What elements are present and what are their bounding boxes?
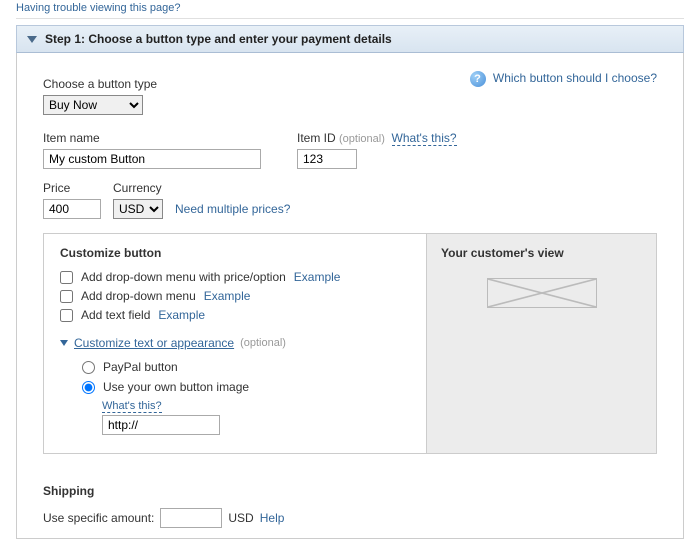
trouble-link-text[interactable]: Having trouble viewing this page? <box>16 2 181 14</box>
price-row: Price Currency USD Need multiple prices? <box>43 181 657 219</box>
trouble-viewing-link[interactable]: Having trouble viewing this page? <box>0 2 181 16</box>
opt-textfield-checkbox[interactable] <box>60 309 73 322</box>
customize-appearance-link: Customize text or appearance <box>74 336 234 350</box>
image-url-input[interactable] <box>102 415 220 435</box>
price-label: Price <box>43 181 101 195</box>
opt-dropdown-price-checkbox[interactable] <box>60 271 73 284</box>
item-name-group: Item name <box>43 131 261 169</box>
which-button-link[interactable]: Which button should I choose? <box>493 71 657 85</box>
opt-dropdown-checkbox[interactable] <box>60 290 73 303</box>
opt-textfield-example[interactable]: Example <box>158 308 205 322</box>
multi-price-wrap: Need multiple prices? <box>175 202 290 219</box>
radio-paypal-label: PayPal button <box>103 360 178 374</box>
step-title: Step 1: Choose a button type and enter y… <box>45 32 392 46</box>
opt-dropdown-price-label: Add drop-down menu with price/option <box>81 270 286 284</box>
radio-own-image[interactable] <box>82 381 95 394</box>
customize-panel: Customize button Add drop-down menu with… <box>43 233 657 454</box>
customer-view-panel: Your customer's view <box>426 234 656 453</box>
opt-dropdown-label: Add drop-down menu <box>81 289 196 303</box>
which-button-help: ? Which button should I choose? <box>470 71 657 87</box>
item-name-label: Item name <box>43 131 261 145</box>
chevron-down-icon <box>27 36 37 43</box>
item-id-label: Item ID (optional) What's this? <box>297 131 457 145</box>
button-type-select[interactable]: Buy Now <box>43 95 143 115</box>
shipping-specific-label: Use specific amount: <box>43 511 154 525</box>
radio-paypal-button[interactable] <box>82 361 95 374</box>
currency-label: Currency <box>113 181 163 195</box>
shipping-help-link[interactable]: Help <box>260 511 285 525</box>
opt-textfield-label: Add text field <box>81 308 150 322</box>
item-row: Item name Item ID (optional) What's this… <box>43 131 657 169</box>
divider <box>16 18 684 19</box>
radio-paypal-row: PayPal button <box>82 360 410 374</box>
customize-left: Customize button Add drop-down menu with… <box>44 234 426 453</box>
shipping-amount-input[interactable] <box>160 508 222 528</box>
customize-appearance-disclosure[interactable]: Customize text or appearance (optional) <box>60 336 410 350</box>
customize-title: Customize button <box>60 246 410 260</box>
need-multiple-prices-link[interactable]: Need multiple prices? <box>175 202 290 216</box>
shipping-currency: USD <box>228 511 253 525</box>
placeholder-image-icon <box>487 278 597 308</box>
radio-own-image-label: Use your own button image <box>103 380 249 394</box>
own-image-sub: What's this? <box>102 400 410 435</box>
item-id-input[interactable] <box>297 149 357 169</box>
chevron-down-icon <box>60 340 68 346</box>
price-input[interactable] <box>43 199 101 219</box>
item-id-optional: (optional) <box>339 133 385 145</box>
item-id-group: Item ID (optional) What's this? <box>297 131 457 169</box>
opt-dropdown-price-row: Add drop-down menu with price/option Exa… <box>60 270 410 284</box>
item-id-label-text: Item ID <box>297 131 336 145</box>
whats-this-image-link[interactable]: What's this? <box>102 400 162 413</box>
shipping-specific-row: Use specific amount: USD Help <box>43 508 657 528</box>
shipping-section: Shipping Use specific amount: USD Help <box>43 484 657 528</box>
item-name-input[interactable] <box>43 149 261 169</box>
opt-dropdown-price-example[interactable]: Example <box>294 270 341 284</box>
radio-own-image-row: Use your own button image <box>82 380 410 394</box>
currency-select[interactable]: USD <box>113 199 163 219</box>
opt-textfield-row: Add text field Example <box>60 308 410 322</box>
customer-view-title: Your customer's view <box>441 246 642 260</box>
customize-appearance-optional: (optional) <box>240 337 286 349</box>
shipping-title: Shipping <box>43 484 657 498</box>
price-group: Price <box>43 181 101 219</box>
step-1-header[interactable]: Step 1: Choose a button type and enter y… <box>16 25 684 53</box>
step-1-panel: ? Which button should I choose? Choose a… <box>16 53 684 539</box>
opt-dropdown-row: Add drop-down menu Example <box>60 289 410 303</box>
opt-dropdown-example[interactable]: Example <box>204 289 251 303</box>
help-icon: ? <box>470 71 486 87</box>
currency-group: Currency USD <box>113 181 163 219</box>
whats-this-link[interactable]: What's this? <box>392 131 457 146</box>
